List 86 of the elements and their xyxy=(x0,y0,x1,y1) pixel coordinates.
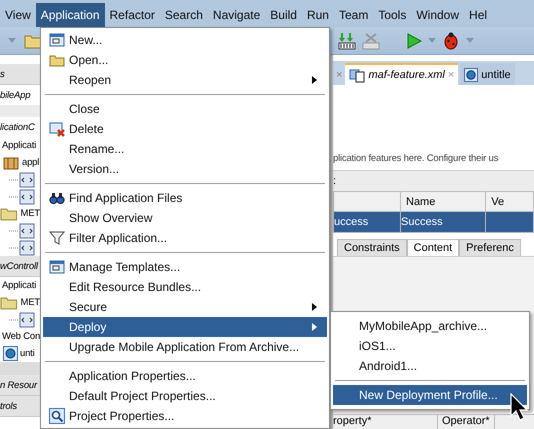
delete-icon xyxy=(49,121,65,137)
tree-node[interactable]: appl xyxy=(22,157,40,168)
menu-bar-item[interactable]: Hel xyxy=(464,3,492,27)
caret-icon[interactable] xyxy=(428,38,436,43)
table-cell: uccess xyxy=(334,212,400,232)
binoculars-icon xyxy=(49,190,65,206)
binary-icon[interactable] xyxy=(362,32,380,50)
caret-icon[interactable] xyxy=(466,38,474,43)
xml-file-icon xyxy=(349,67,366,83)
folder-icon xyxy=(0,206,18,220)
menu-item[interactable]: Show Overview xyxy=(43,208,327,228)
menu-item[interactable]: iOS1... xyxy=(333,336,527,356)
column-header[interactable]: Operator* xyxy=(438,415,495,429)
menu-bar-item[interactable]: Tools xyxy=(373,3,412,27)
menu-item[interactable]: Find Application Files xyxy=(43,188,327,208)
globe-icon xyxy=(3,346,18,361)
menu-bar-item[interactable]: Run xyxy=(302,3,334,27)
globe-icon xyxy=(464,68,478,82)
bug-icon[interactable] xyxy=(442,32,460,50)
tree-node[interactable]: Applicati xyxy=(0,140,36,151)
panel-header: n Resour xyxy=(0,375,40,396)
panel-separator-bar xyxy=(0,105,40,117)
menu-item[interactable]: Default Project Properties... xyxy=(43,386,327,406)
menu-item[interactable]: Rename... xyxy=(43,139,327,159)
menu-item[interactable]: Project Properties... xyxy=(43,406,327,426)
menu-item[interactable]: Version... xyxy=(43,159,327,179)
menu-bar-item[interactable]: Team xyxy=(334,3,374,27)
run-icon[interactable] xyxy=(406,32,422,48)
menu-item[interactable]: Open... xyxy=(43,50,327,70)
tree-node[interactable]: Web Con xyxy=(0,331,40,342)
menu-item[interactable]: MyMobileApp_archive... xyxy=(333,316,527,336)
menu-item[interactable]: Application Properties... xyxy=(43,366,327,386)
menu-item[interactable]: New Deployment Profile... xyxy=(333,385,527,405)
code-file-icon xyxy=(9,222,37,238)
tab[interactable]: Content xyxy=(406,239,460,256)
window-icon xyxy=(49,32,65,48)
menu-item[interactable]: Secure xyxy=(43,297,327,317)
menu-item[interactable]: Close xyxy=(43,99,327,119)
menu-bar-item[interactable]: Window xyxy=(411,3,464,27)
menu-bar-item[interactable]: View xyxy=(0,3,36,27)
menu-item[interactable]: Reopen xyxy=(43,70,327,90)
editor-tab[interactable]: maf-feature.xml × xyxy=(345,63,458,85)
panel-header: s xyxy=(0,64,40,85)
code-file-icon xyxy=(9,188,37,204)
window-icon xyxy=(49,259,65,275)
code-file-icon xyxy=(9,172,37,188)
menu-bar-item[interactable]: Search xyxy=(160,3,208,27)
panel-header: wControll xyxy=(0,256,40,277)
menu-item[interactable]: Android1... xyxy=(333,356,527,376)
description-text: plication features here. Configure their us xyxy=(333,153,498,164)
tab[interactable]: Constraints xyxy=(337,239,407,256)
panel-separator-bar xyxy=(0,362,40,375)
menu-bar-item[interactable]: Navigate xyxy=(208,3,266,27)
tree-node[interactable]: MET xyxy=(20,208,40,219)
tree-node[interactable]: bileApp xyxy=(0,90,30,100)
code-file-icon xyxy=(9,312,37,328)
menu-item[interactable]: Manage Templates... xyxy=(43,257,327,277)
section-label: : xyxy=(333,175,336,187)
funnel-icon xyxy=(49,230,65,246)
table-cell: Success xyxy=(400,212,486,232)
magnifier-icon xyxy=(49,408,65,424)
folder-icon xyxy=(0,296,18,310)
table-row[interactable]: uccess Success xyxy=(334,212,534,232)
panel-header: trols xyxy=(0,396,40,417)
tab[interactable]: Preferenc xyxy=(459,239,521,256)
binary-deploy-icon[interactable] xyxy=(338,32,356,50)
caret-icon[interactable] xyxy=(8,38,16,43)
menu-bar-item[interactable]: Refactor xyxy=(104,3,160,27)
menu-item[interactable]: Filter Application... xyxy=(43,228,327,248)
menu-item[interactable]: Deploy xyxy=(43,317,327,337)
column-header[interactable]: roperty* xyxy=(333,415,438,429)
tree-node[interactable]: licationC xyxy=(0,122,35,132)
column-header[interactable]: Name xyxy=(400,192,486,212)
tree-node[interactable]: unti xyxy=(20,348,35,359)
column-header[interactable]: Ve xyxy=(486,192,534,212)
code-file-icon xyxy=(9,240,37,256)
menu-bar-item[interactable]: Application xyxy=(36,3,105,27)
tree-node[interactable]: Applicati xyxy=(0,280,36,291)
menu-item[interactable]: Delete xyxy=(43,119,327,139)
menu-bar-item[interactable]: Build xyxy=(265,3,302,27)
menu-item[interactable]: Edit Resource Bundles... xyxy=(43,277,327,297)
package-icon xyxy=(3,156,19,170)
tree-node[interactable]: MET xyxy=(20,297,40,308)
editor-tab[interactable]: untitle xyxy=(460,63,515,85)
menu-item[interactable]: Upgrade Mobile Application From Archive... xyxy=(43,337,327,357)
folder-icon[interactable] xyxy=(24,32,42,48)
